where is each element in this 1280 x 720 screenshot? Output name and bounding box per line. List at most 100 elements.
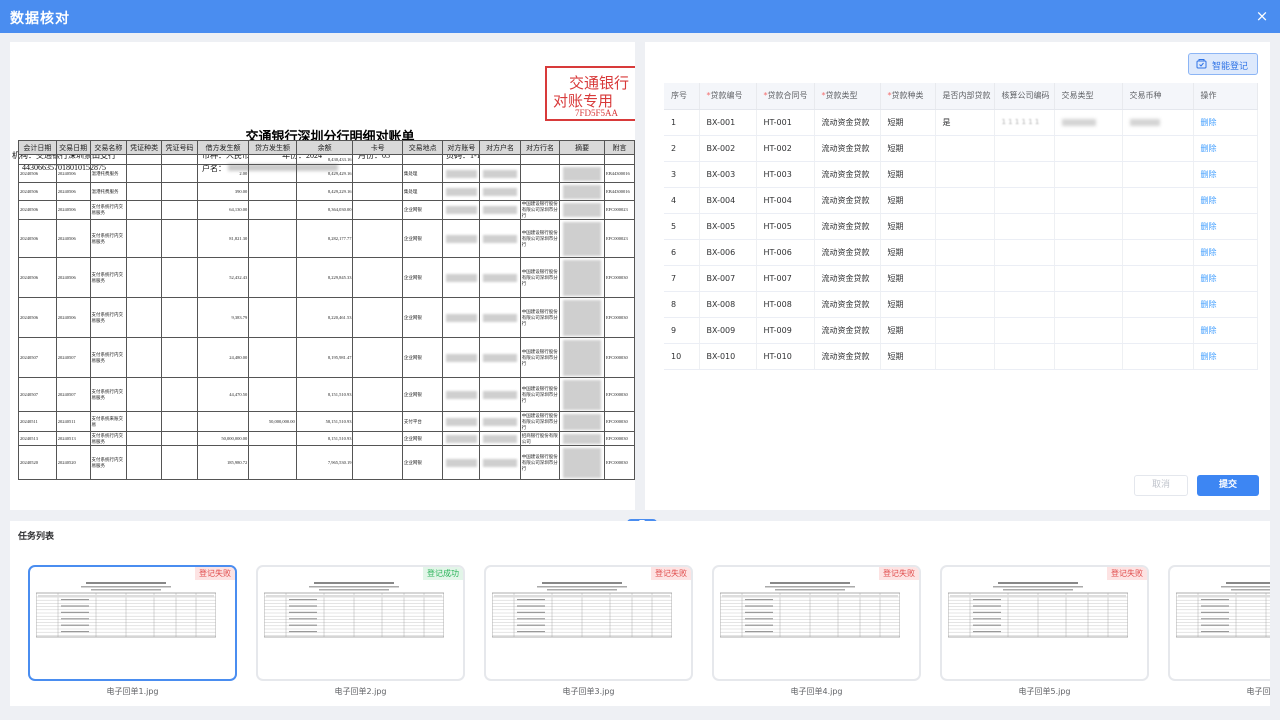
loan-cell: [1122, 265, 1194, 292]
ledger-cell: 企业网银: [401, 445, 444, 480]
ledger-cell: 44,470.50: [196, 377, 250, 412]
delete-row-button[interactable]: 删除: [1193, 239, 1258, 266]
task-card[interactable]: 登记失败: [1168, 565, 1270, 681]
loan-cell: BX-002: [699, 135, 757, 162]
task-card[interactable]: 登记失败: [28, 565, 237, 681]
ledger-cell: [352, 377, 403, 412]
loan-cell: [1054, 109, 1123, 136]
task-card[interactable]: 登记失败: [484, 565, 693, 681]
ledger-cell: EFC000030: [604, 257, 635, 298]
delete-row-button[interactable]: 删除: [1193, 213, 1258, 240]
ledger-cell: 20240511: [55, 411, 91, 432]
loan-col-label: 贷款合同号: [767, 91, 808, 101]
ledger-cell: 8,429,429.16: [295, 164, 354, 183]
ledger-cell: [126, 431, 163, 446]
ledger-cell: [161, 411, 198, 432]
smart-register-label: 智能登记: [1212, 62, 1249, 72]
loan-cell: 流动资金贷款: [814, 291, 881, 318]
ledger-cell: [352, 219, 403, 258]
ledger-cell: [161, 154, 198, 165]
ledger-cell: 8,151,510.93: [295, 431, 354, 446]
blurred-value: [483, 353, 517, 362]
ledger-cell: [559, 431, 606, 446]
ledger-cell: [479, 297, 521, 338]
ledger-cell: 8,430,433.16: [295, 154, 354, 165]
loan-cell: [935, 187, 995, 214]
loan-cell: [1054, 213, 1123, 240]
ledger-cell: [126, 411, 163, 432]
ledger-cell: [248, 219, 297, 258]
ledger-col-header: 对方行名: [519, 140, 561, 155]
submit-button[interactable]: 提交: [1197, 475, 1259, 496]
loan-cell: 1: [664, 109, 700, 136]
blurred-value: [446, 417, 477, 426]
ledger-cell: [248, 257, 297, 298]
task-card[interactable]: 登记成功: [256, 565, 465, 681]
ledger-cell: [161, 164, 198, 183]
ledger-cell: [559, 411, 606, 432]
status-badge: 登记成功: [423, 567, 463, 580]
ledger-cell: [126, 219, 163, 258]
ledger-cell: 企业网银: [401, 297, 444, 338]
ledger-col-header: 借方发生额: [196, 140, 250, 155]
ledger-cell: 20240506: [18, 257, 57, 298]
loan-cell: HT-009: [756, 317, 815, 344]
loan-cell: [1122, 213, 1194, 240]
loan-cell: [935, 343, 995, 370]
delete-row-button[interactable]: 删除: [1193, 317, 1258, 344]
ledger-cell: 中国建设银行股份有限公司深圳市分行: [519, 297, 561, 338]
loan-cell: 短期: [880, 343, 936, 370]
delete-row-button[interactable]: 删除: [1193, 109, 1258, 136]
ledger-cell: [479, 182, 521, 201]
blurred-value: [563, 184, 601, 199]
ledger-cell: [442, 219, 481, 258]
blurred-value: [563, 433, 601, 444]
status-badge: 登记失败: [195, 567, 235, 580]
loan-cell: 8: [664, 291, 700, 318]
loan-col-label: 交易类型: [1061, 91, 1094, 101]
ledger-cell: [352, 257, 403, 298]
loan-cell: 流动资金贷款: [814, 135, 881, 162]
smart-register-icon: [1196, 59, 1207, 69]
loan-cell: 短期: [880, 187, 936, 214]
ledger-col-header: 交易地点: [401, 140, 444, 155]
ledger-cell: [161, 297, 198, 338]
delete-row-button[interactable]: 删除: [1193, 161, 1258, 188]
ledger-cell: [126, 377, 163, 412]
loan-cell: [1122, 291, 1194, 318]
blurred-value: [563, 166, 601, 181]
smart-register-button[interactable]: 智能登记: [1188, 53, 1258, 75]
loan-col-header: *贷款编号: [699, 83, 757, 110]
task-card[interactable]: 登记失败: [940, 565, 1149, 681]
task-card[interactable]: 登记失败: [712, 565, 921, 681]
delete-row-button[interactable]: 删除: [1193, 291, 1258, 318]
cancel-button[interactable]: 取消: [1134, 475, 1188, 496]
window-title: 数据核对: [10, 11, 70, 27]
loan-cell: [1054, 239, 1123, 266]
ledger-col-header: 交易名称: [89, 140, 128, 155]
ledger-cell: EFC000030: [604, 377, 635, 412]
blurred-value: [446, 390, 477, 399]
delete-row-button[interactable]: 删除: [1193, 135, 1258, 162]
ledger-cell: [161, 200, 198, 220]
ledger-cell: 支付系统行内交易服务: [89, 297, 128, 338]
ledger-cell: [519, 182, 561, 201]
status-badge: 登记失败: [1107, 567, 1147, 580]
ledger-cell: [161, 182, 198, 201]
loan-col-label: 操作: [1200, 91, 1217, 101]
delete-row-button[interactable]: 删除: [1193, 187, 1258, 214]
ledger-cell: [126, 200, 163, 220]
delete-row-button[interactable]: 删除: [1193, 343, 1258, 370]
blurred-value: [563, 413, 601, 430]
ledger-cell: [126, 297, 163, 338]
loan-col-label: 是否内部贷款: [942, 91, 991, 101]
delete-row-button[interactable]: 删除: [1193, 265, 1258, 292]
ledger-cell: 8,429,229.16: [295, 182, 354, 201]
close-icon[interactable]: ×: [1252, 6, 1272, 26]
ledger-cell: [248, 164, 297, 183]
loan-cell: BX-009: [699, 317, 757, 344]
loan-cell: HT-005: [756, 213, 815, 240]
ledger-cell: [248, 182, 297, 201]
ledger-row: 20240511 20240511 支付系统来账交易 50,000,000.00 58,…: [18, 411, 635, 432]
ledger-cell: [479, 377, 521, 412]
